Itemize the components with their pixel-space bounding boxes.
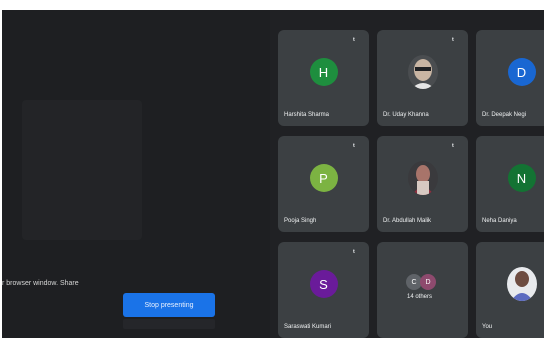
avatar-photo [407,55,438,89]
screen: r browser window. Share Stop presenting … [0,0,544,338]
participant-name: Harshita Sharma [284,112,330,118]
speaker-icon: ᵗ [452,36,454,45]
participant-name: Pooja Singh [284,218,317,224]
others-count: 14 others [407,294,433,300]
avatar: D [507,58,536,86]
participant-name: Dr. Abdullah Malik [383,218,432,224]
avatar: H [309,58,338,86]
presentation-area: r browser window. Share Stop presenting [2,10,270,338]
participant-tile-harshita-sharma[interactable]: ᵗ H Harshita Sharma [278,30,369,126]
participant-tile-others[interactable]: C D 14 others [377,242,468,338]
participant-name: You [482,324,493,330]
speaker-icon: ᵗ [353,248,355,257]
participant-tile-neha-daniya[interactable]: N Neha Daniya [476,136,544,232]
mini-avatar: D [420,274,436,290]
participant-tile-pooja-singh[interactable]: ᵗ P Pooja Singh [278,136,369,232]
avatar: S [309,270,338,298]
participant-name: Dr. Deepak Negi [482,112,527,118]
avatar: P [309,164,338,192]
participant-name: Neha Daniya [482,218,517,224]
avatar-photo [506,267,537,301]
participant-tile-dr-uday-khanna[interactable]: ᵗ Dr. Uday Khanna [377,30,468,126]
participant-tile-dr-abdullah-malik[interactable]: ᵗ Dr. Abdullah Malik [377,136,468,232]
shared-screen-preview [22,100,142,240]
participant-tile-saraswati-kumari[interactable]: ᵗ S Saraswati Kumari [278,242,369,338]
button-shadow [123,319,215,329]
participant-tile-dr-deepak-negi[interactable]: D Dr. Deepak Negi [476,30,544,126]
avatar-photo [407,161,438,195]
participant-name: Saraswati Kumari [284,324,332,330]
speaker-icon: ᵗ [452,142,454,151]
presenting-message: r browser window. Share [2,280,79,287]
avatar: N [507,164,536,192]
meeting-window: r browser window. Share Stop presenting … [2,10,544,338]
speaker-icon: ᵗ [353,142,355,151]
stop-presenting-button[interactable]: Stop presenting [123,293,215,317]
participant-tile-you[interactable]: You [476,242,544,338]
speaker-icon: ᵗ [353,36,355,45]
participant-name: Dr. Uday Khanna [383,112,429,118]
